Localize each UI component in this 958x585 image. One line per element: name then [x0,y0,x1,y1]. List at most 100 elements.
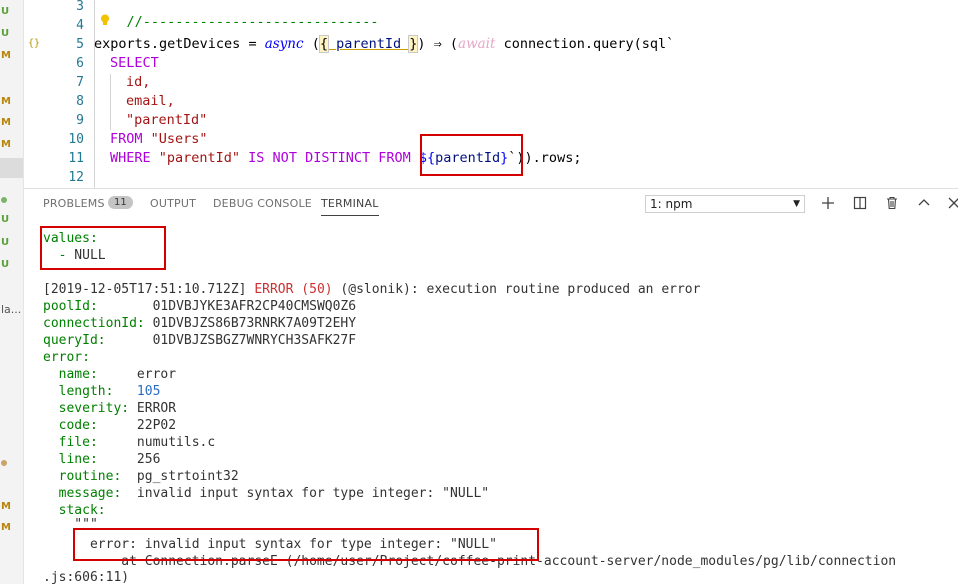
git-status-badge[interactable]: M [0,50,23,61]
terminal-line: length: 105 [43,384,161,399]
log-key: queryId: [43,333,106,348]
tab-problems[interactable]: PROBLEMS [43,197,105,210]
line-number: 6 [76,56,84,71]
log-value: invalid input syntax for type integer: "… [136,486,490,501]
tab-terminal[interactable]: TERMINAL [321,197,379,216]
line-number: 12 [68,170,84,185]
log-value: 105 [136,384,161,399]
git-status-dot [1,460,7,466]
sql-string: "parentId" [150,150,241,166]
line-number: 7 [76,75,84,90]
terminal-line: file: numutils.c [43,435,216,450]
git-status-badge[interactable]: U [0,237,23,248]
terminal-line: error: [43,350,90,365]
code-line-10: FROM "Users" [110,131,208,147]
log-key: length: [43,384,137,399]
explorer-strip: U U M M M M U U U la... M M [0,0,24,584]
split-icon[interactable] [852,195,868,211]
close-icon[interactable] [946,195,958,211]
line-number: 5 [76,37,84,52]
terminal-line: connectionId: 01DVBJZS86B73RNRK7A09T2EHY [43,316,356,331]
terminal-line: routine: pg_strtoint32 [43,469,239,484]
highlight-box [40,226,166,270]
log-key: severity: [43,401,137,416]
tab-output[interactable]: OUTPUT [150,197,196,210]
plus-icon[interactable] [820,195,836,211]
fold-braces-icon[interactable]: {} [28,38,40,49]
sql-keyword: WHERE [110,150,151,166]
code-token: connection.query(sql` [495,36,675,52]
code-comment: //----------------------------- [126,14,379,30]
git-status-badge[interactable]: M [0,522,23,533]
terminal-line: message: invalid input syntax for type i… [43,486,489,501]
log-level: ERROR (50) [254,282,333,297]
trash-icon[interactable] [884,195,900,211]
sql-ident: "parentId" [126,112,208,128]
git-status-badge[interactable]: M [0,139,23,150]
terminal-select[interactable]: 1: npm ▼ [645,195,805,213]
code-token: { [318,35,329,53]
code-keyword: async [264,36,304,52]
terminal-line: name: error [43,367,176,382]
explorer-file-label[interactable]: la... [0,303,23,316]
code-token: exports.getDevices [94,36,241,52]
line-number: 3 [76,0,84,14]
panel-tabs: PROBLEMS 11 OUTPUT DEBUG CONSOLE TERMINA… [24,189,958,219]
log-value: error [136,367,177,382]
tab-debug-console[interactable]: DEBUG CONSOLE [213,197,312,210]
highlight-box [420,134,523,176]
bottom-panel: PROBLEMS 11 OUTPUT DEBUG CONSOLE TERMINA… [24,188,958,585]
log-key: poolId: [43,299,98,314]
explorer-selected-row [0,158,23,178]
chevron-down-icon: ▼ [793,199,800,209]
log-key: message: [43,486,137,501]
terminal-select-value: 1: npm [650,197,693,211]
terminal-line: stack: [43,503,106,518]
code-line-8: email, [126,93,175,109]
code-editor[interactable]: 3 4 5 6 7 8 9 10 11 12 {} //------------… [24,0,958,188]
line-number: 8 [76,94,84,109]
terminal-output[interactable]: values: - NULL [2019-12-05T17:51:10.712Z… [24,225,958,585]
highlight-box [73,528,539,561]
log-value: ERROR [136,401,177,416]
log-message: (@slonik): execution routine produced an… [332,282,701,297]
terminal-line: severity: ERROR [43,401,176,416]
line-number: 4 [76,18,84,33]
git-status-badge[interactable]: U [0,6,23,17]
log-key: line: [43,452,137,467]
git-status-badge[interactable]: U [0,214,23,225]
code-line-7: id, [126,74,150,90]
log-value: 22P02 [136,418,177,433]
line-number: 9 [76,113,84,128]
git-status-badge[interactable]: M [0,117,23,128]
terminal-line: line: 256 [43,452,161,467]
log-value: 01DVBJZSBGZ7WNRYCH3SAFK27F [105,333,357,348]
log-key: connectionId: [43,316,145,331]
terminal-line: code: 22P02 [43,418,176,433]
sql-string: "Users" [142,131,208,147]
git-status-badge[interactable]: U [0,259,23,270]
log-key: name: [43,367,137,382]
sql-ident: email, [126,93,175,109]
log-timestamp: [2019-12-05T17:51:10.712Z] [43,282,255,297]
code-param: parentId [327,36,410,52]
log-value: pg_strtoint32 [136,469,239,484]
log-key: file: [43,435,137,450]
code-token: = [240,36,265,52]
log-value: 01DVBJYKE3AFR2CP40CMSWQ0Z6 [97,299,357,314]
log-value: numutils.c [136,435,216,450]
chevron-up-icon[interactable] [916,195,932,211]
terminal-line: [2019-12-05T17:51:10.712Z] ERROR (50) (@… [43,282,700,297]
sql-keyword: FROM [110,131,143,147]
terminal-line: .js:606:11) [43,570,130,585]
code-keyword: await [458,36,496,52]
editor-gutter: 3 4 5 6 7 8 9 10 11 12 {} [24,0,84,188]
log-key: routine: [43,469,137,484]
git-status-badge[interactable]: U [0,28,23,39]
git-status-badge[interactable]: M [0,96,23,107]
terminal-line: queryId: 01DVBJZSBGZ7WNRYCH3SAFK27F [43,333,356,348]
sql-ident: id, [126,74,151,90]
git-status-badge[interactable]: M [0,501,23,512]
code-token: ) ⇒ ( [417,36,459,52]
code-token: ( [303,36,320,52]
